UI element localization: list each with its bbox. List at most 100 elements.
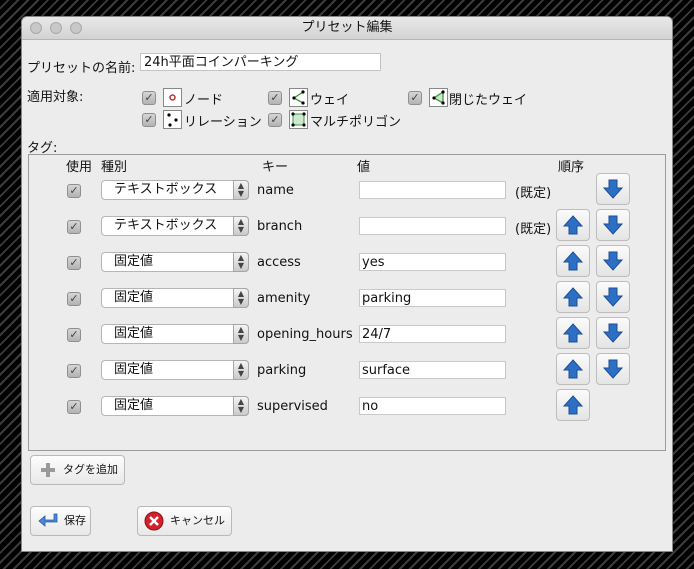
move-down-button[interactable] (596, 317, 630, 349)
tag-type-value: 固定値 (114, 290, 154, 305)
relation-checkbox[interactable]: ✓ (142, 113, 156, 127)
move-down-button[interactable] (596, 173, 630, 205)
move-down-button[interactable] (596, 209, 630, 241)
arrow-down-icon (603, 215, 623, 235)
tag-use-checkbox[interactable]: ✓ (67, 256, 81, 270)
tag-type-value: 固定値 (114, 326, 154, 341)
select-arrows-icon: ▲ ▼ (233, 252, 249, 272)
tag-key: parking (257, 363, 307, 378)
tag-use-checkbox[interactable]: ✓ (67, 184, 81, 198)
default-note: (既定) (515, 222, 552, 237)
multipolygon-label: マルチポリゴン (310, 115, 402, 130)
tag-type-select[interactable]: 固定値 ▲ ▼ (101, 324, 249, 344)
tag-value-input[interactable]: parking (359, 289, 506, 307)
cancel-label: キャンセル (170, 514, 225, 527)
relation-icon (163, 110, 182, 129)
cancel-button[interactable]: キャンセル (137, 506, 232, 536)
select-arrows-icon: ▲ ▼ (233, 324, 249, 344)
move-down-button[interactable] (596, 245, 630, 277)
tags-panel: 使用 種別 キー 値 順序 ✓ テキストボックス ▲ ▼ name (既定) ✓ テキストボッ… (28, 154, 666, 451)
multipolygon-icon (289, 110, 308, 129)
move-down-button[interactable] (596, 281, 630, 313)
tag-value-input[interactable]: 24/7 (359, 325, 506, 343)
tag-key: amenity (257, 291, 311, 306)
tag-value-input[interactable]: surface (359, 361, 506, 379)
tag-type-select[interactable]: 固定値 ▲ ▼ (101, 396, 249, 416)
tag-use-checkbox[interactable]: ✓ (67, 400, 81, 414)
tag-key: supervised (257, 399, 328, 414)
tag-value-input[interactable]: no (359, 397, 506, 415)
preset-name-input[interactable]: 24h平面コインパーキング (140, 53, 381, 71)
default-note: (既定) (515, 186, 552, 201)
closed-way-label: 閉じたウェイ (449, 93, 528, 108)
arrow-up-icon (563, 215, 583, 235)
arrow-down-icon (603, 251, 623, 271)
tag-type-value: 固定値 (114, 362, 154, 377)
tag-type-select[interactable]: 固定値 ▲ ▼ (101, 252, 249, 272)
header-key: キー (262, 160, 289, 175)
multipolygon-checkbox[interactable]: ✓ (268, 113, 282, 127)
plus-icon (41, 463, 55, 477)
arrow-up-icon (563, 359, 583, 379)
node-icon (163, 88, 182, 107)
tag-type-value: テキストボックス (114, 218, 218, 233)
tag-value-input[interactable] (359, 181, 506, 199)
move-up-button[interactable] (556, 281, 590, 313)
title-bar: プリセット編集 (22, 17, 672, 40)
preset-name-label: プリセットの名前: (27, 61, 136, 76)
tag-use-checkbox[interactable]: ✓ (67, 292, 81, 306)
move-up-button[interactable] (556, 245, 590, 277)
arrow-up-icon (563, 251, 583, 271)
tag-key: branch (257, 219, 303, 234)
tag-type-value: テキストボックス (114, 182, 218, 197)
arrow-up-icon (563, 323, 583, 343)
relation-label: リレーション (184, 115, 262, 130)
save-label: 保存 (64, 514, 86, 527)
way-label: ウェイ (310, 93, 350, 108)
tag-type-select[interactable]: 固定値 ▲ ▼ (101, 288, 249, 308)
zoom-window-button[interactable] (70, 22, 82, 34)
move-up-button[interactable] (556, 389, 590, 421)
save-arrow-icon (38, 513, 58, 527)
move-up-button[interactable] (556, 209, 590, 241)
tag-key: access (257, 255, 301, 270)
node-label: ノード (184, 93, 224, 108)
tag-type-select[interactable]: テキストボックス ▲ ▼ (101, 180, 249, 200)
applies-to-label: 適用対象: (27, 90, 84, 105)
tag-type-select[interactable]: 固定値 ▲ ▼ (101, 360, 249, 380)
arrow-down-icon (603, 287, 623, 307)
tag-value-input[interactable]: yes (359, 253, 506, 271)
closed-way-checkbox[interactable]: ✓ (408, 91, 422, 105)
move-up-button[interactable] (556, 317, 590, 349)
closed-way-icon (429, 88, 448, 107)
header-order: 順序 (558, 160, 585, 175)
minimize-window-button[interactable] (50, 22, 62, 34)
window-title: プリセット編集 (301, 20, 393, 35)
header-value: 値 (357, 160, 371, 175)
move-up-button[interactable] (556, 353, 590, 385)
arrow-down-icon (603, 323, 623, 343)
tag-key: opening_hours (257, 327, 353, 342)
save-button[interactable]: 保存 (30, 506, 91, 536)
select-arrows-icon: ▲ ▼ (233, 360, 249, 380)
preset-editor-window: プリセット編集 プリセットの名前: 24h平面コインパーキング 適用対象: ✓ … (22, 17, 672, 551)
tag-type-value: 固定値 (114, 254, 154, 269)
select-arrows-icon: ▲ ▼ (233, 288, 249, 308)
select-arrows-icon: ▲ ▼ (233, 216, 249, 236)
tag-type-value: 固定値 (114, 398, 154, 413)
header-type: 種別 (101, 160, 128, 175)
tag-value-input[interactable] (359, 217, 506, 235)
arrow-down-icon (603, 179, 623, 199)
tag-type-select[interactable]: テキストボックス ▲ ▼ (101, 216, 249, 236)
tag-use-checkbox[interactable]: ✓ (67, 364, 81, 378)
add-tag-button[interactable]: タグを追加 (30, 455, 125, 485)
way-icon (289, 88, 308, 107)
tag-use-checkbox[interactable]: ✓ (67, 220, 81, 234)
close-window-button[interactable] (30, 22, 42, 34)
tag-use-checkbox[interactable]: ✓ (67, 328, 81, 342)
header-use: 使用 (66, 160, 93, 175)
move-down-button[interactable] (596, 353, 630, 385)
node-checkbox[interactable]: ✓ (142, 91, 156, 105)
arrow-down-icon (603, 359, 623, 379)
way-checkbox[interactable]: ✓ (268, 91, 282, 105)
